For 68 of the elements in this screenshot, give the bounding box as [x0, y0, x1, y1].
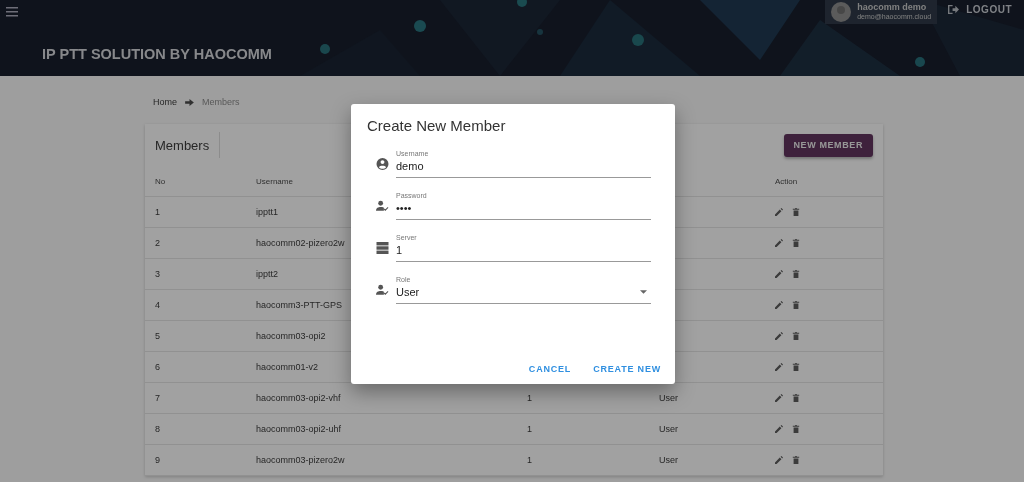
menu-icon[interactable]: [6, 7, 18, 17]
user-check-icon: [376, 200, 389, 212]
table-cell: haocomm02-pizero2w: [256, 238, 345, 248]
table-cell: 1: [527, 424, 532, 434]
card-title: Members: [155, 137, 210, 153]
table-cell: haocomm3-PTT-GPS: [256, 300, 343, 310]
breadcrumb-link[interactable]: Home: [153, 97, 177, 107]
breadcrumb-link[interactable]: Members: [202, 97, 240, 107]
table-cell: User: [659, 393, 678, 403]
table-cell: haocomm03-pizero2w: [256, 455, 345, 465]
table-cell: 6: [155, 362, 160, 372]
field-value: demo: [396, 160, 424, 172]
table-cell: 1: [155, 207, 160, 217]
table-cell: haocomm03-opi2-uhf: [256, 424, 342, 434]
trash-icon[interactable]: [792, 456, 800, 464]
column-header: Action: [775, 176, 798, 186]
edit-icon[interactable]: [775, 239, 783, 247]
create-button[interactable]: CREATE NEW: [587, 360, 667, 378]
table-cell: 8: [155, 424, 160, 434]
trash-icon[interactable]: [792, 425, 800, 433]
edit-icon[interactable]: [775, 456, 783, 464]
column-header: No: [155, 176, 166, 186]
table-cell: 7: [155, 393, 160, 403]
table-cell: 1: [527, 455, 532, 465]
arrow-icon: [185, 98, 194, 106]
trash-icon[interactable]: [792, 270, 800, 278]
table-cell: 3: [155, 269, 160, 279]
edit-icon[interactable]: [775, 270, 783, 278]
table-cell: 5: [155, 331, 160, 341]
table-cell: haocomm01-v2: [256, 362, 319, 372]
edit-icon[interactable]: [775, 394, 783, 402]
field-value: 1: [396, 244, 403, 256]
trash-icon[interactable]: [792, 394, 800, 402]
table-cell: haocomm03-opi2: [256, 331, 326, 341]
edit-icon[interactable]: [775, 301, 783, 309]
app-title: IP PTT SOLUTION BY HAOCOMM: [42, 46, 273, 62]
trash-icon[interactable]: [792, 363, 800, 371]
trash-icon[interactable]: [792, 301, 800, 309]
account-icon: [376, 158, 389, 170]
cancel-button[interactable]: CANCEL: [522, 360, 578, 378]
new-member-button[interactable]: NEW MEMBER: [783, 133, 873, 157]
table-cell: User: [659, 424, 678, 434]
table-cell: haocomm03-opi2-vhf: [256, 393, 341, 403]
field-value: ••••: [396, 202, 412, 214]
edit-icon[interactable]: [775, 363, 783, 371]
server-icon: [376, 242, 389, 254]
logout-button[interactable]: LOGOUT: [947, 4, 1012, 15]
trash-icon[interactable]: [792, 332, 800, 340]
table-cell: User: [659, 455, 678, 465]
table-cell: 4: [155, 300, 160, 310]
edit-icon[interactable]: [775, 332, 783, 340]
column-header: Username: [256, 176, 293, 186]
logout-icon: [947, 4, 961, 15]
field-value: User: [396, 286, 420, 298]
user-check-icon: [376, 284, 389, 296]
table-cell: 2: [155, 238, 160, 248]
user-name: haocomm demo: [857, 3, 928, 14]
table-cell: 9: [155, 455, 160, 465]
trash-icon[interactable]: [792, 208, 800, 216]
trash-icon[interactable]: [792, 239, 800, 247]
table-cell: ipptt1: [256, 207, 279, 217]
dialog-title: Create New Member: [367, 117, 507, 134]
edit-icon[interactable]: [775, 425, 783, 433]
table-cell: ipptt2: [256, 269, 279, 279]
avatar-icon: [831, 2, 852, 22]
table-cell: 1: [527, 393, 532, 403]
edit-icon[interactable]: [775, 208, 783, 216]
caret-icon: [640, 290, 647, 294]
